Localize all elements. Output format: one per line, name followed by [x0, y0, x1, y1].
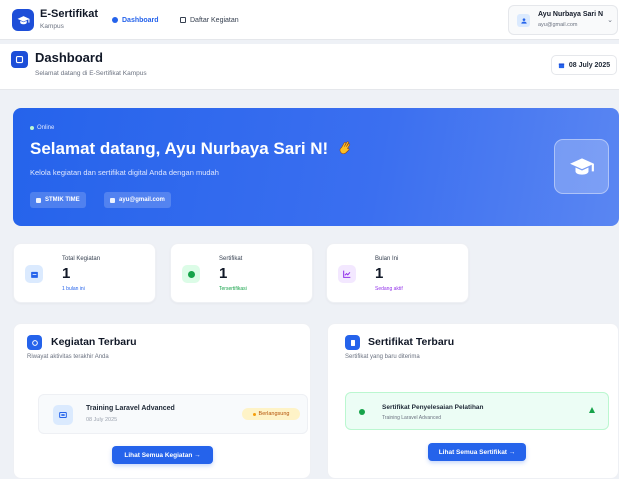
user-email: ayu@gmail.com [538, 22, 578, 28]
welcome-title: Selamat datang, Ayu Nurbaya Sari N! [30, 139, 353, 159]
recent-certificates-subtitle: Sertifikat yang baru diterima [345, 354, 420, 360]
activity-item[interactable]: Training Laravel Advanced 08 July 2025 B… [38, 394, 308, 434]
email-chip: ayu@gmail.com [104, 192, 171, 208]
certificate-title: Sertifikat Penyelesaian Pelatihan [382, 404, 484, 411]
dashboard-dot-icon [112, 17, 118, 23]
tab-dashboard[interactable]: Dashboard [112, 13, 159, 27]
certificate-subtitle: Training Laravel Advanced [382, 415, 442, 421]
online-status: Online [30, 125, 54, 131]
grid-icon [180, 17, 186, 23]
user-name: Ayu Nurbaya Sari N [538, 11, 604, 18]
stat-note: Sedang aktif [375, 286, 403, 292]
welcome-subtitle: Kelola kegiatan dan sertifikat digital A… [30, 168, 219, 177]
page-header: Dashboard Selamat datang di E-Sertifikat… [0, 44, 619, 90]
online-status-label: Online [37, 125, 55, 131]
calendar-icon [25, 265, 43, 283]
certificate-dot-icon [182, 265, 200, 283]
status-dot-icon [252, 412, 256, 416]
stat-label: Bulan Ini [375, 256, 399, 262]
stat-card-bulan-ini: Bulan Ini 1 Sedang aktif [326, 243, 469, 303]
welcome-banner: Online Selamat datang, Ayu Nurbaya Sari … [13, 108, 619, 226]
stat-label: Total Kegiatan [62, 256, 101, 262]
page-subtitle: Selamat datang di E-Sertifikat Kampus [35, 70, 147, 77]
stat-value: 1 [62, 265, 71, 282]
recent-activities-title: Kegiatan Terbaru [51, 336, 137, 348]
institution-label: STMIK TIME [45, 197, 80, 203]
chevron-down-icon: ⌄ [607, 17, 613, 24]
stat-card-sertifikat: Sertifikat 1 Tersertifikasi [170, 243, 313, 303]
email-chip-label: ayu@gmail.com [119, 197, 165, 203]
stat-note: Tersertifikasi [219, 286, 247, 292]
brand-title[interactable]: E-Sertifikat [40, 8, 98, 20]
institution-chip: STMIK TIME [30, 192, 86, 208]
status-dot-icon [30, 126, 34, 130]
stat-note: 1 bulan ini [62, 286, 85, 292]
dashboard-icon [11, 51, 28, 68]
graduation-cap-icon[interactable] [12, 9, 34, 31]
recent-certificates-title: Sertifikat Terbaru [368, 336, 455, 348]
calendar-icon [558, 62, 564, 68]
stat-card-total-kegiatan: Total Kegiatan 1 1 bulan ini [13, 243, 156, 303]
certificate-icon [345, 335, 360, 350]
graduation-cap-badge-icon [554, 139, 609, 194]
event-icon [53, 405, 73, 425]
waving-hand-icon [339, 141, 351, 155]
certificate-item[interactable]: Sertifikat Penyelesaian Pelatihan Traini… [345, 392, 609, 430]
certificate-status-dot-icon [359, 409, 365, 415]
tab-dashboard-label: Dashboard [122, 16, 159, 24]
tab-daftar-kegiatan-label: Daftar Kegiatan [190, 16, 239, 24]
top-navbar: E-Sertifikat Kampus Dashboard Daftar Keg… [0, 0, 619, 40]
user-avatar-icon [517, 14, 530, 27]
view-all-activities-button[interactable]: Lihat Semua Kegiatan → [112, 446, 213, 464]
activity-title: Training Laravel Advanced [86, 405, 175, 412]
activity-icon [27, 335, 42, 350]
brand-subtitle: Kampus [40, 23, 64, 30]
recent-activities-subtitle: Riwayat aktivitas terakhir Anda [27, 354, 109, 360]
status-badge: Berlangsung [242, 408, 300, 420]
stat-label: Sertifikat [219, 256, 243, 262]
date-text: 08 July 2025 [568, 61, 611, 69]
stat-value: 1 [219, 265, 228, 282]
page-title: Dashboard [35, 50, 103, 65]
arrow-up-icon [589, 407, 595, 413]
recent-activities-panel: Kegiatan Terbaru Riwayat aktivitas terak… [13, 323, 311, 479]
user-menu[interactable]: Ayu Nurbaya Sari N ayu@gmail.com ⌄ [508, 5, 618, 35]
recent-certificates-panel: Sertifikat Terbaru Sertifikat yang baru … [327, 323, 619, 479]
stat-value: 1 [375, 265, 384, 282]
tab-daftar-kegiatan[interactable]: Daftar Kegiatan [180, 13, 239, 27]
status-badge-label: Berlangsung [258, 411, 290, 417]
welcome-title-text: Selamat datang, Ayu Nurbaya Sari N! [30, 139, 329, 158]
mail-icon [110, 197, 115, 203]
date-badge: 08 July 2025 [551, 55, 617, 75]
activity-date: 08 July 2025 [86, 417, 118, 423]
view-all-certificates-button[interactable]: Lihat Semua Sertifikat → [428, 443, 526, 461]
chart-icon [338, 265, 356, 283]
building-icon [36, 197, 41, 203]
